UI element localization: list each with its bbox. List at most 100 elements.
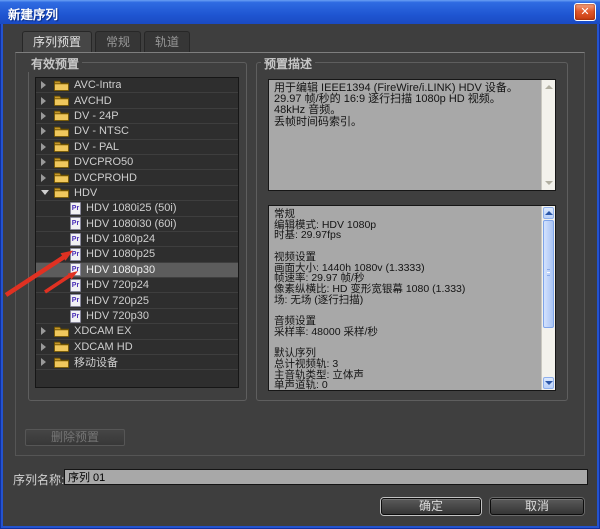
preset-details-box: 常规编辑模式: HDV 1080p时基: 29.97fps 视频设置画面大小: … <box>268 205 556 391</box>
preset-tree[interactable]: AVC-IntraAVCHDDV - 24PDV - NTSCDV - PALD… <box>35 77 239 388</box>
description-line: 丢帧时间码索引。 <box>274 117 536 128</box>
tree-item-label: XDCAM EX <box>74 325 131 337</box>
tree-folder-row[interactable]: AVC-Intra <box>36 78 238 93</box>
tree-preset-row[interactable]: Pr HDV 1080p24 <box>36 232 238 247</box>
tree-item-label: DV - NTSC <box>74 125 129 137</box>
description-line: 视频设置 <box>274 252 536 263</box>
tree-preset-row[interactable]: Pr HDV 720p30 <box>36 309 238 324</box>
tree-item-label: HDV 720p24 <box>86 279 149 291</box>
chevron-collapsed-icon[interactable] <box>41 127 52 135</box>
folder-icon <box>54 326 69 337</box>
scroll-down-icon[interactable] <box>543 377 554 389</box>
tab-1[interactable]: 常规 <box>95 31 141 52</box>
chevron-collapsed-icon[interactable] <box>41 112 52 120</box>
new-sequence-dialog: 新建序列 ✕ 序列预置常规轨道 有效预置 AVC-Intra AVCHD DV - … <box>0 0 600 529</box>
tree-preset-row[interactable]: Pr HDV 1080p30 <box>36 263 238 278</box>
folder-icon <box>54 172 69 183</box>
tree-item-label: AVCHD <box>74 95 112 107</box>
description-line: 场: 无场 (逐行扫描) <box>274 295 536 306</box>
folder-icon <box>54 126 69 137</box>
preset-summary-text: 用于编辑 IEEE1394 (FireWire/i.LINK) HDV 设备。2… <box>269 80 541 190</box>
preset-details-text: 常规编辑模式: HDV 1080p时基: 29.97fps 视频设置画面大小: … <box>269 206 541 390</box>
folder-icon <box>54 357 69 368</box>
tree-item-label: HDV 1080p30 <box>86 264 155 276</box>
tree-preset-row[interactable]: Pr HDV 1080i25 (50i) <box>36 201 238 216</box>
chevron-collapsed-icon[interactable] <box>41 158 52 166</box>
tree-item-label: HDV 1080p24 <box>86 233 155 245</box>
tree-item-label: DVCPRO50 <box>74 156 133 168</box>
close-icon[interactable]: ✕ <box>574 3 596 21</box>
folder-icon <box>54 187 69 198</box>
tab-0[interactable]: 序列预置 <box>22 31 92 52</box>
chevron-collapsed-icon[interactable] <box>41 327 52 335</box>
tree-folder-row[interactable]: DV - PAL <box>36 140 238 155</box>
tree-folder-row[interactable]: DV - NTSC <box>36 124 238 139</box>
folder-icon <box>54 141 69 152</box>
scroll-up-icon[interactable] <box>543 81 554 93</box>
folder-icon <box>54 95 69 106</box>
presets-group-title: 有效预置 <box>28 55 82 72</box>
sequence-name-input[interactable] <box>64 469 588 485</box>
premiere-preset-icon: Pr <box>70 294 81 307</box>
chevron-collapsed-icon[interactable] <box>41 343 52 351</box>
description-line: 时基: 29.97fps <box>274 230 536 241</box>
chevron-expanded-icon[interactable] <box>41 190 52 195</box>
folder-icon <box>54 80 69 91</box>
folder-icon <box>54 110 69 121</box>
tree-preset-row[interactable]: Pr HDV 720p25 <box>36 293 238 308</box>
tree-preset-row[interactable]: Pr HDV 1080i30 (60i) <box>36 217 238 232</box>
ok-button[interactable]: 确定 <box>381 498 481 515</box>
chevron-collapsed-icon[interactable] <box>41 97 52 105</box>
tree-item-label: 移动设备 <box>74 354 118 370</box>
tree-item-label: AVC-Intra <box>74 79 121 91</box>
tree-folder-row[interactable]: XDCAM HD <box>36 340 238 355</box>
tree-item-label: HDV 1080i30 (60i) <box>86 218 177 230</box>
cancel-button[interactable]: 取消 <box>490 498 584 515</box>
description-line: 单声道轨: 0 <box>274 380 536 390</box>
tree-item-label: HDV 1080p25 <box>86 248 155 260</box>
tree-item-label: HDV <box>74 187 97 199</box>
premiere-preset-icon: Pr <box>70 202 81 215</box>
premiere-preset-icon: Pr <box>70 279 81 292</box>
preset-summary-box: 用于编辑 IEEE1394 (FireWire/i.LINK) HDV 设备。2… <box>268 79 556 191</box>
tab-2[interactable]: 轨道 <box>144 31 190 52</box>
premiere-preset-icon: Pr <box>70 310 81 323</box>
scroll-down-icon[interactable] <box>543 177 554 189</box>
tree-preset-row[interactable]: Pr HDV 1080p25 <box>36 247 238 262</box>
tree-item-label: XDCAM HD <box>74 341 133 353</box>
tree-folder-row[interactable]: XDCAM EX <box>36 324 238 339</box>
scroll-up-icon[interactable] <box>543 207 554 219</box>
delete-preset-button[interactable]: 删除预置 <box>25 429 125 446</box>
chevron-collapsed-icon[interactable] <box>41 81 52 89</box>
tree-folder-row[interactable]: AVCHD <box>36 93 238 108</box>
tree-item-label: DVCPROHD <box>74 172 137 184</box>
tree-item-label: HDV 1080i25 (50i) <box>86 202 177 214</box>
description-group-title: 预置描述 <box>261 55 315 72</box>
chevron-collapsed-icon[interactable] <box>41 358 52 366</box>
premiere-preset-icon: Pr <box>70 217 81 230</box>
tree-folder-row[interactable]: 移动设备 <box>36 355 238 370</box>
title-bar[interactable]: 新建序列 ✕ <box>0 0 600 24</box>
details-scrollbar[interactable] <box>541 206 555 390</box>
tree-folder-row[interactable]: DV - 24P <box>36 109 238 124</box>
chevron-collapsed-icon[interactable] <box>41 174 52 182</box>
tree-folder-row[interactable]: DVCPROHD <box>36 170 238 185</box>
premiere-preset-icon: Pr <box>70 233 81 246</box>
summary-scrollbar[interactable] <box>541 80 555 190</box>
scrollbar-thumb[interactable] <box>543 220 554 328</box>
tree-folder-row[interactable]: DVCPRO50 <box>36 155 238 170</box>
dialog-title: 新建序列 <box>8 4 58 23</box>
tree-item-label: HDV 720p30 <box>86 310 149 322</box>
tab-bar: 序列预置常规轨道 <box>22 31 193 52</box>
dialog-content: 序列预置常规轨道 有效预置 AVC-IntraAVCHDDV - 24PDV -… <box>3 24 597 526</box>
folder-icon <box>54 157 69 168</box>
tree-folder-row[interactable]: HDV <box>36 186 238 201</box>
description-line: 总计视频轨: 3 <box>274 359 536 370</box>
chevron-collapsed-icon[interactable] <box>41 143 52 151</box>
description-line: 48kHz 音频。 <box>274 105 536 116</box>
tree-preset-row[interactable]: Pr HDV 720p24 <box>36 278 238 293</box>
folder-icon <box>54 341 69 352</box>
premiere-preset-icon: Pr <box>70 248 81 261</box>
premiere-preset-icon: Pr <box>70 263 81 276</box>
tree-item-label: HDV 720p25 <box>86 295 149 307</box>
